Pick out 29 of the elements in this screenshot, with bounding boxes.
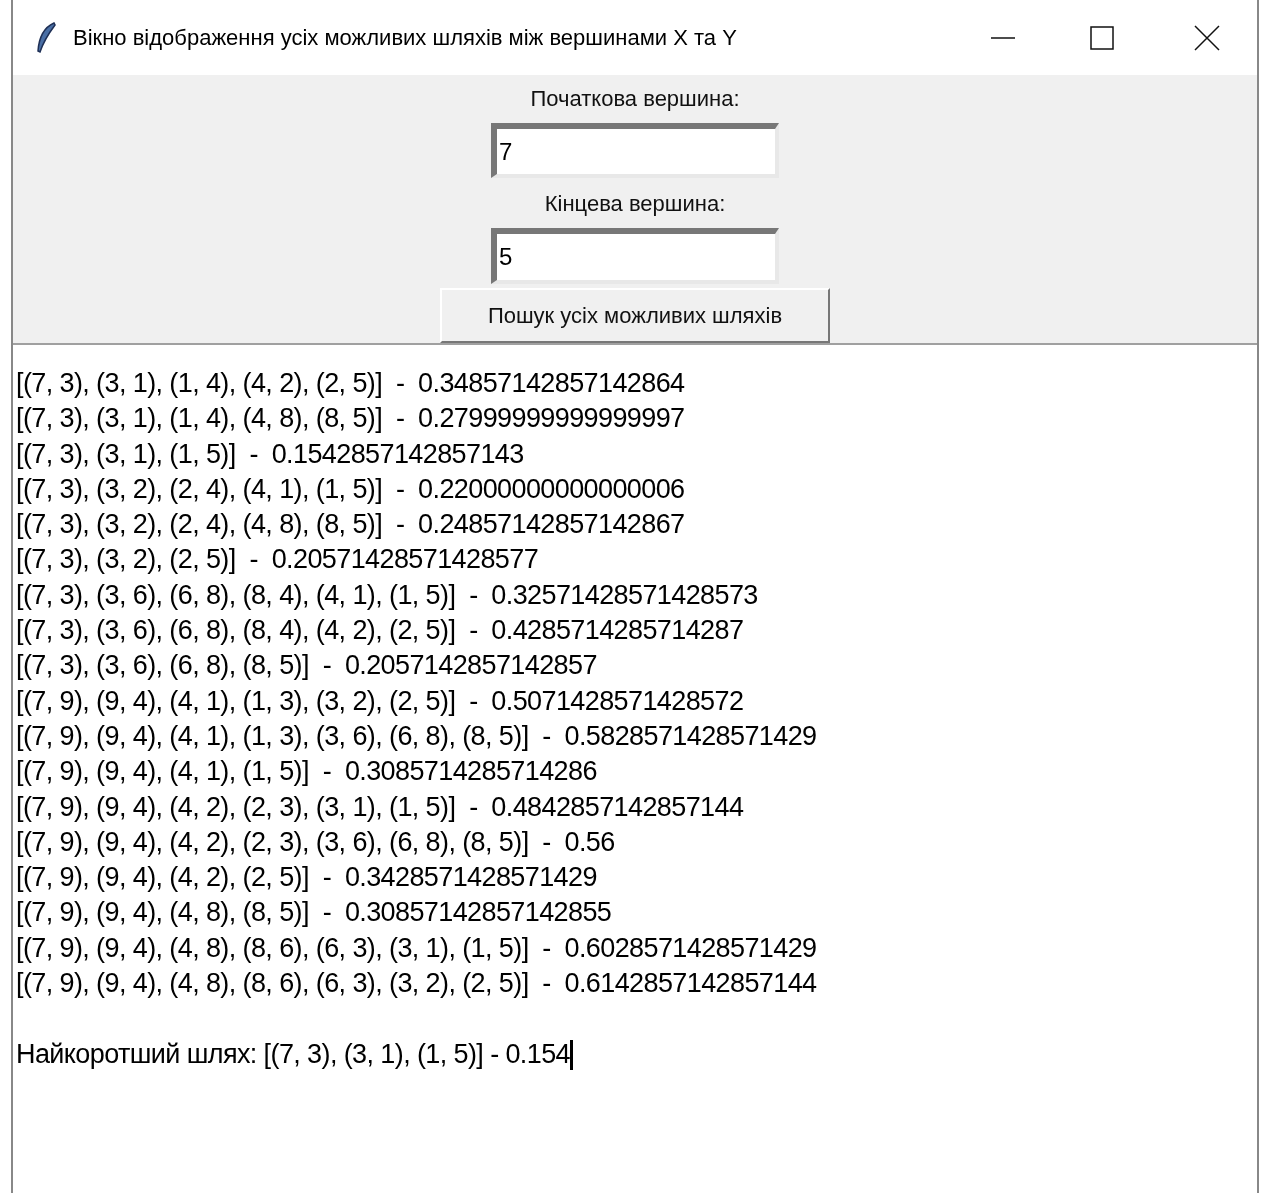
close-icon[interactable]: [1194, 24, 1220, 51]
path-result-line: [(7, 3), (3, 1), (1, 4), (4, 2), (2, 5)] - 0.34857142857142864: [16, 367, 686, 400]
maximize-icon[interactable]: [1090, 25, 1114, 50]
shortest-path-text: Найкоротший шлях: [(7, 3), (3, 1), (1, 5)] - 0.154: [16, 1038, 571, 1072]
path-result-line: [(7, 3), (3, 6), (6, 8), (8, 4), (4, 1), (1, 5)] - 0.32571428571428573: [16, 578, 759, 612]
path-result-line: [(7, 9), (9, 4), (4, 1), (1, 3), (3, 6), (6, 8), (8, 5)] - 0.5828571428571429: [16, 719, 818, 753]
search-paths-button[interactable]: Пошук усіх можливих шляхів: [440, 287, 830, 343]
path-result-line: [(7, 9), (9, 4), (4, 8), (8, 6), (6, 3), (3, 1), (1, 5)] - 0.6028571428571429: [16, 931, 818, 965]
feather-icon: [35, 20, 57, 55]
path-result-line: [(7, 3), (3, 6), (6, 8), (8, 5)] - 0.2057142857142857: [16, 649, 598, 683]
end-vertex-field[interactable]: 5: [491, 228, 779, 284]
path-result-line: [(7, 3), (3, 2), (2, 4), (4, 8), (8, 5)] - 0.24857142857142867: [16, 508, 686, 542]
path-result-line: [(7, 9), (9, 4), (4, 1), (1, 3), (3, 2), (2, 5)] - 0.5071428571428572: [16, 684, 745, 718]
path-result-line: [(7, 3), (3, 1), (1, 5)] - 0.1542857142857143: [16, 437, 525, 471]
path-result-line: [(7, 9), (9, 4), (4, 8), (8, 6), (6, 3), (3, 2), (2, 5)] - 0.6142857142857144: [16, 967, 818, 1001]
path-result-line: [(7, 9), (9, 4), (4, 2), (2, 3), (3, 6), (6, 8), (8, 5)] - 0.56: [16, 825, 616, 859]
start-vertex-field[interactable]: 7: [491, 123, 779, 179]
path-result-line: [(7, 9), (9, 4), (4, 8), (8, 5)] - 0.30857142857142855: [16, 896, 613, 930]
window-title: Вікно відображення усіх можливих шляхів між вершинами X та Y: [73, 24, 737, 52]
path-result-line: [(7, 9), (9, 4), (4, 1), (1, 5)] - 0.3085714285714286: [16, 755, 598, 789]
path-result-line: [(7, 9), (9, 4), (4, 2), (2, 5)] - 0.3428571428571429: [16, 861, 598, 895]
path-result-line: [(7, 3), (3, 1), (1, 4), (4, 8), (8, 5)] - 0.27999999999999997: [16, 402, 686, 436]
path-result-line: [(7, 9), (9, 4), (4, 2), (2, 3), (3, 1), (1, 5)] - 0.4842857142857144: [16, 790, 745, 824]
end-vertex-label: Кінцева вершина:: [544, 190, 726, 219]
text-cursor: [570, 1039, 574, 1070]
start-vertex-label: Початкова вершина:: [530, 85, 740, 113]
path-result-line: [(7, 3), (3, 6), (6, 8), (8, 4), (4, 2), (2, 5)] - 0.4285714285714287: [16, 614, 745, 648]
path-result-line: [(7, 3), (3, 2), (2, 4), (4, 1), (1, 5)] - 0.22000000000000006: [16, 472, 686, 506]
path-result-line: [(7, 3), (3, 2), (2, 5)] - 0.20571428571428577: [16, 543, 540, 577]
